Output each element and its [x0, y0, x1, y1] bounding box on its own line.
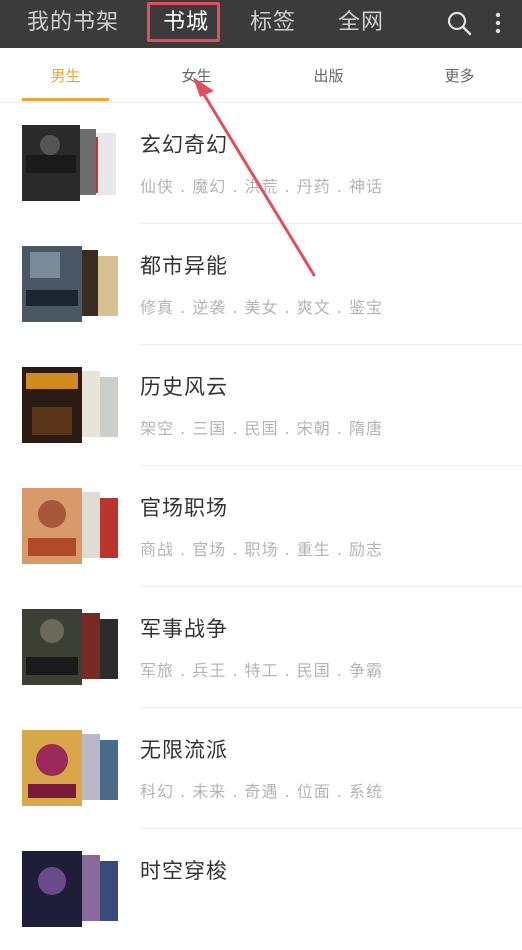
annotation-arrow [193, 77, 316, 277]
